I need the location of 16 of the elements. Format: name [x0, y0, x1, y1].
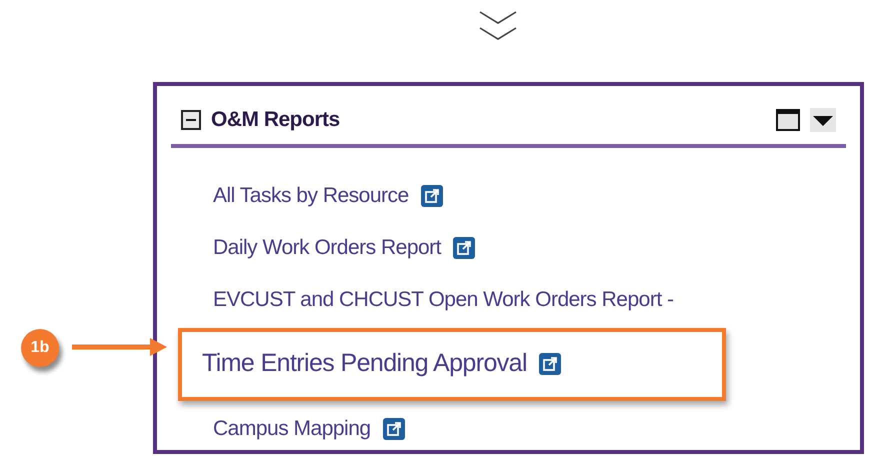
- dropdown-caret-icon[interactable]: [810, 108, 836, 132]
- double-chevron-icon[interactable]: [478, 10, 518, 42]
- external-link-icon[interactable]: [538, 353, 561, 375]
- step-badge: 1b: [21, 329, 59, 367]
- collapse-toggle[interactable]: [181, 110, 201, 130]
- maximize-icon[interactable]: [776, 108, 800, 131]
- external-link-icon[interactable]: [453, 236, 476, 258]
- report-link[interactable]: Time Entries Pending Approval: [202, 345, 527, 383]
- arrow-icon: [72, 336, 168, 358]
- panel-title: O&M Reports: [211, 107, 340, 133]
- external-link-icon[interactable]: [420, 184, 443, 206]
- external-link-icon[interactable]: [382, 418, 405, 440]
- report-link[interactable]: All Tasks by Resource: [213, 180, 409, 212]
- report-link[interactable]: EVCUST and CHCUST Open Work Orders Report -: [213, 284, 674, 316]
- report-link[interactable]: Campus Mapping: [213, 412, 371, 444]
- report-link[interactable]: Daily Work Orders Report: [213, 232, 442, 264]
